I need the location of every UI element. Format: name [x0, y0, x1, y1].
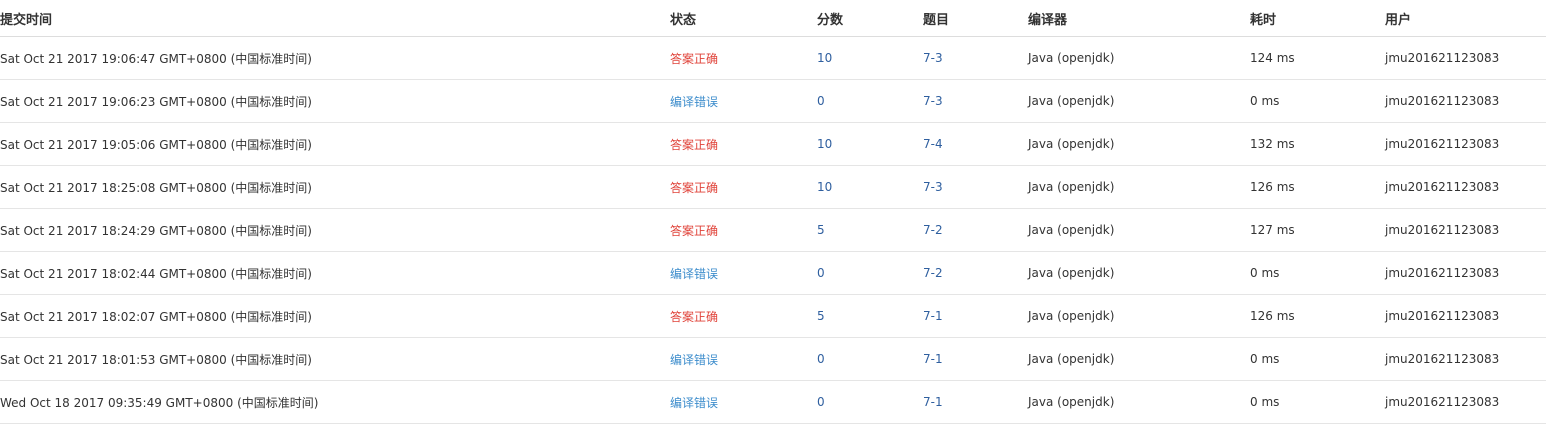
user-cell: jmu201621123083: [1385, 94, 1500, 108]
score-link[interactable]: 10: [817, 123, 832, 165]
submit-time-cell: Sat Oct 21 2017 18:01:53 GMT+0800 (中国标准时…: [0, 352, 312, 367]
compiler-cell: Java (openjdk): [1028, 395, 1115, 409]
score-link[interactable]: 0: [817, 80, 825, 122]
compiler-cell: Java (openjdk): [1028, 51, 1115, 65]
duration-cell: 124 ms: [1250, 51, 1295, 65]
table-row: Sat Oct 21 2017 19:06:23 GMT+0800 (中国标准时…: [0, 80, 1546, 123]
column-header-status[interactable]: 状态: [670, 0, 696, 36]
score-link[interactable]: 5: [817, 295, 825, 337]
duration-cell: 0 ms: [1250, 266, 1280, 280]
problem-link[interactable]: 7-3: [923, 37, 943, 79]
compiler-cell: Java (openjdk): [1028, 180, 1115, 194]
status-link[interactable]: 答案正确: [670, 166, 718, 208]
duration-cell: 0 ms: [1250, 352, 1280, 366]
status-link[interactable]: 答案正确: [670, 209, 718, 251]
user-cell: jmu201621123083: [1385, 352, 1500, 366]
column-header-compiler[interactable]: 编译器: [1028, 0, 1067, 36]
status-link[interactable]: 编译错误: [670, 338, 718, 380]
table-row: Sat Oct 21 2017 18:02:44 GMT+0800 (中国标准时…: [0, 252, 1546, 295]
submit-time-cell: Sat Oct 21 2017 18:24:29 GMT+0800 (中国标准时…: [0, 223, 312, 238]
user-cell: jmu201621123083: [1385, 180, 1500, 194]
status-link[interactable]: 答案正确: [670, 37, 718, 79]
column-header-duration[interactable]: 耗时: [1250, 0, 1276, 36]
score-link[interactable]: 10: [817, 166, 832, 208]
problem-link[interactable]: 7-3: [923, 80, 943, 122]
compiler-cell: Java (openjdk): [1028, 223, 1115, 237]
user-cell: jmu201621123083: [1385, 51, 1500, 65]
duration-cell: 0 ms: [1250, 94, 1280, 108]
submit-time-cell: Sat Oct 21 2017 19:06:47 GMT+0800 (中国标准时…: [0, 51, 312, 66]
score-link[interactable]: 0: [817, 381, 825, 423]
duration-cell: 126 ms: [1250, 180, 1295, 194]
compiler-cell: Java (openjdk): [1028, 94, 1115, 108]
score-link[interactable]: 0: [817, 338, 825, 380]
score-link[interactable]: 5: [817, 209, 825, 251]
duration-cell: 127 ms: [1250, 223, 1295, 237]
submit-time-cell: Sat Oct 21 2017 18:25:08 GMT+0800 (中国标准时…: [0, 180, 312, 195]
submit-time-cell: Sat Oct 21 2017 19:06:23 GMT+0800 (中国标准时…: [0, 94, 312, 109]
problem-link[interactable]: 7-2: [923, 252, 943, 294]
submit-time-cell: Wed Oct 18 2017 09:35:49 GMT+0800 (中国标准时…: [0, 395, 319, 410]
status-link[interactable]: 答案正确: [670, 123, 718, 165]
table-header: 提交时间 状态 分数 题目 编译器 耗时 用户: [0, 0, 1546, 37]
submit-time-cell: Sat Oct 21 2017 19:05:06 GMT+0800 (中国标准时…: [0, 137, 312, 152]
user-cell: jmu201621123083: [1385, 223, 1500, 237]
table-row: Sat Oct 21 2017 19:06:47 GMT+0800 (中国标准时…: [0, 37, 1546, 80]
compiler-cell: Java (openjdk): [1028, 352, 1115, 366]
column-header-problem[interactable]: 题目: [923, 0, 949, 36]
compiler-cell: Java (openjdk): [1028, 266, 1115, 280]
score-link[interactable]: 10: [817, 37, 832, 79]
submit-time-cell: Sat Oct 21 2017 18:02:07 GMT+0800 (中国标准时…: [0, 309, 312, 324]
score-link[interactable]: 0: [817, 252, 825, 294]
compiler-cell: Java (openjdk): [1028, 309, 1115, 323]
status-link[interactable]: 答案正确: [670, 295, 718, 337]
user-cell: jmu201621123083: [1385, 266, 1500, 280]
duration-cell: 132 ms: [1250, 137, 1295, 151]
problem-link[interactable]: 7-1: [923, 381, 943, 423]
status-link[interactable]: 编译错误: [670, 252, 718, 294]
submit-time-cell: Sat Oct 21 2017 18:02:44 GMT+0800 (中国标准时…: [0, 266, 312, 281]
table-row: Sat Oct 21 2017 19:05:06 GMT+0800 (中国标准时…: [0, 123, 1546, 166]
submissions-table: 提交时间 状态 分数 题目 编译器 耗时 用户 Sat Oct 21 2017 …: [0, 0, 1546, 424]
table-row: Sat Oct 21 2017 18:02:07 GMT+0800 (中国标准时…: [0, 295, 1546, 338]
problem-link[interactable]: 7-2: [923, 209, 943, 251]
table-row: Sat Oct 21 2017 18:25:08 GMT+0800 (中国标准时…: [0, 166, 1546, 209]
user-cell: jmu201621123083: [1385, 395, 1500, 409]
duration-cell: 126 ms: [1250, 309, 1295, 323]
status-link[interactable]: 编译错误: [670, 80, 718, 122]
status-link[interactable]: 编译错误: [670, 381, 718, 423]
compiler-cell: Java (openjdk): [1028, 137, 1115, 151]
problem-link[interactable]: 7-1: [923, 338, 943, 380]
problem-link[interactable]: 7-3: [923, 166, 943, 208]
duration-cell: 0 ms: [1250, 395, 1280, 409]
table-row: Sat Oct 21 2017 18:24:29 GMT+0800 (中国标准时…: [0, 209, 1546, 252]
table-row: Wed Oct 18 2017 09:35:49 GMT+0800 (中国标准时…: [0, 381, 1546, 424]
problem-link[interactable]: 7-1: [923, 295, 943, 337]
column-header-submit-time[interactable]: 提交时间: [0, 0, 52, 36]
table-row: Sat Oct 21 2017 18:01:53 GMT+0800 (中国标准时…: [0, 338, 1546, 381]
column-header-score[interactable]: 分数: [817, 0, 843, 36]
user-cell: jmu201621123083: [1385, 309, 1500, 323]
column-header-user[interactable]: 用户: [1385, 0, 1411, 36]
user-cell: jmu201621123083: [1385, 137, 1500, 151]
problem-link[interactable]: 7-4: [923, 123, 943, 165]
